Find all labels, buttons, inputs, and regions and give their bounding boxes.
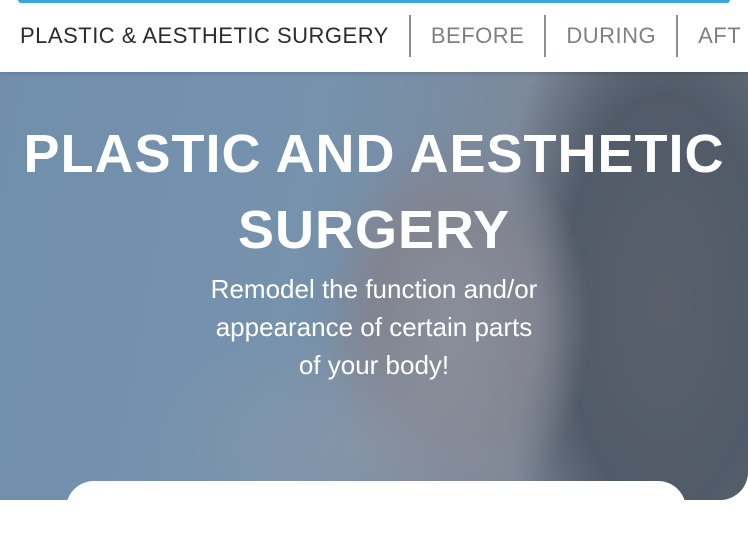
content-card — [66, 481, 686, 541]
nav-accent-bar — [18, 0, 730, 3]
tab-bar: PLASTIC & AESTHETIC SURGERY BEFORE DURIN… — [0, 15, 748, 57]
tab-after[interactable]: AFT — [678, 16, 748, 56]
hero-title-line: PLASTIC AND AESTHETIC — [23, 124, 725, 184]
tab-during[interactable]: DURING — [546, 16, 676, 56]
hero-banner: PLASTIC AND AESTHETIC SURGERY Remodel th… — [0, 72, 748, 500]
top-navigation: PLASTIC & AESTHETIC SURGERY BEFORE DURIN… — [0, 0, 748, 72]
hero-subtitle-line: of your body! — [298, 350, 450, 380]
hero-subtitle-line: appearance of certain parts — [215, 312, 533, 342]
hero-title: PLASTIC AND AESTHETIC SURGERY — [0, 116, 748, 268]
hero-subtitle: Remodel the function and/or appearance o… — [0, 270, 748, 384]
tab-before[interactable]: BEFORE — [411, 16, 544, 56]
hero-title-line: SURGERY — [237, 200, 511, 260]
hero-subtitle-line: Remodel the function and/or — [210, 274, 538, 304]
tab-plastic-aesthetic-surgery[interactable]: PLASTIC & AESTHETIC SURGERY — [0, 16, 409, 56]
